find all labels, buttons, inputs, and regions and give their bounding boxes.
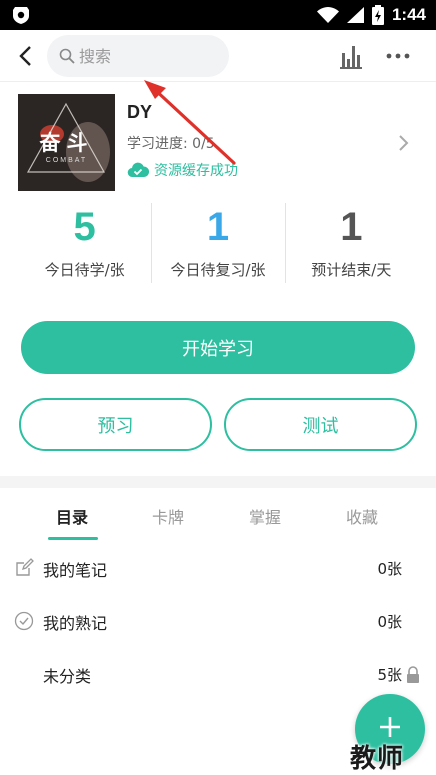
cache-status: 资源缓存成功 <box>127 159 238 181</box>
check-circle-icon <box>14 611 34 631</box>
stat-label: 今日待学/张 <box>44 261 125 279</box>
bar-chart-icon[interactable] <box>338 43 364 69</box>
list-item-label: 我的笔记 <box>43 561 108 580</box>
section-divider <box>0 476 436 488</box>
stat-label: 今日待复习/张 <box>170 261 266 279</box>
stat-value: 5 <box>73 205 96 249</box>
cache-status-text: 资源缓存成功 <box>154 163 238 179</box>
study-stats: 5 今日待学/张 1 今日待复习/张 1 预计结束/天 <box>18 203 418 283</box>
chevron-right-icon[interactable] <box>397 133 411 153</box>
tab-favorites[interactable]: 收藏 <box>346 504 378 528</box>
list-item-label: 我的熟记 <box>43 614 108 633</box>
catalog-item-notes[interactable]: 我的笔记 0张 <box>0 548 436 588</box>
book-cover[interactable]: 奋斗 COMBAT <box>18 94 115 191</box>
battery-icon <box>371 5 384 25</box>
search-input[interactable] <box>79 46 219 66</box>
search-icon <box>59 48 75 64</box>
plus-icon <box>380 717 400 737</box>
start-learning-button[interactable]: 开始学习 <box>21 321 415 374</box>
tab-mastered[interactable]: 掌握 <box>249 504 281 528</box>
stat-value: 1 <box>206 205 230 249</box>
tab-bar: 目录 卡牌 掌握 收藏 <box>0 490 436 540</box>
list-item-count: 5张 <box>377 666 402 684</box>
catalog-item-memorized[interactable]: 我的熟记 0张 <box>0 601 436 641</box>
cover-title: 奋斗 <box>39 130 94 155</box>
search-bar[interactable] <box>47 35 229 77</box>
wifi-icon <box>316 7 339 23</box>
list-item-count: 0张 <box>377 560 402 578</box>
status-bar: 1:44 <box>0 0 436 30</box>
more-icon[interactable] <box>385 44 411 68</box>
stat-value: 1 <box>340 205 363 249</box>
progress-value: 0/5 <box>192 136 215 152</box>
lock-icon <box>407 666 419 683</box>
test-button[interactable]: 测试 <box>224 398 417 451</box>
book-name: DY <box>127 102 153 122</box>
study-progress: 学习进度: 0/5 <box>127 133 215 153</box>
cover-subtitle: COMBAT <box>45 157 88 164</box>
top-bar <box>0 30 436 82</box>
stat-today-review: 1 今日待复习/张 <box>151 203 284 283</box>
preview-button[interactable]: 预习 <box>19 398 212 451</box>
stat-label: 预计结束/天 <box>311 261 392 279</box>
stat-today-learn: 5 今日待学/张 <box>18 203 151 283</box>
status-time: 1:44 <box>391 5 426 24</box>
list-item-label: 未分类 <box>43 667 92 686</box>
app-notification-icon <box>13 7 29 24</box>
list-item-count: 0张 <box>377 613 402 631</box>
back-icon[interactable] <box>14 44 38 68</box>
tab-catalog[interactable]: 目录 <box>56 504 88 528</box>
edit-icon <box>16 558 34 576</box>
tab-cards[interactable]: 卡牌 <box>152 504 184 528</box>
catalog-item-uncategorized[interactable]: 未分类 5张 <box>0 654 436 694</box>
tab-indicator <box>48 537 98 540</box>
watermark: 教师 <box>350 744 405 774</box>
signal-icon <box>346 7 364 23</box>
cloud-check-icon <box>127 162 149 178</box>
stat-estimated-end: 1 预计结束/天 <box>284 203 418 283</box>
progress-label: 学习进度: <box>127 136 193 152</box>
